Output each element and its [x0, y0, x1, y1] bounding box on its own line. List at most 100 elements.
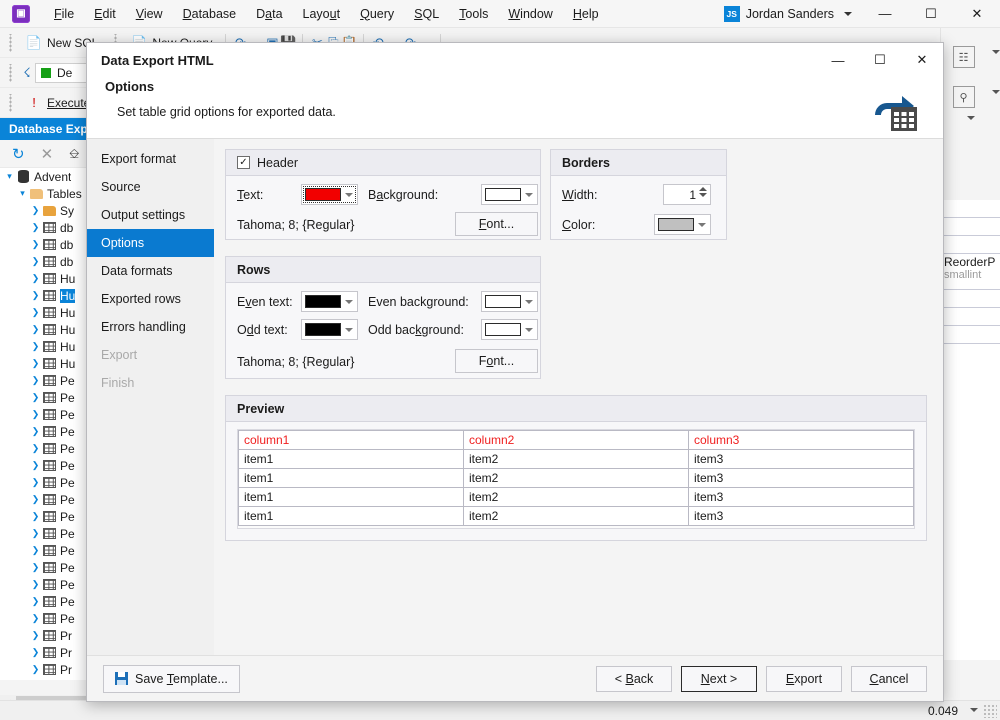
nav-item-data-formats[interactable]: Data formats [87, 257, 214, 285]
dialog-nav[interactable]: Export format Source Output settings Option… [87, 139, 214, 655]
back-button[interactable]: < Back [596, 665, 672, 692]
tree-item[interactable]: ❯ Pe [0, 576, 100, 593]
user-account[interactable]: JS Jordan Sanders [723, 5, 834, 22]
tree-item[interactable]: ▾ Tables [0, 185, 100, 202]
tree-item[interactable]: ❯ Pr [0, 661, 100, 678]
nav-item-source[interactable]: Source [87, 173, 214, 201]
database-tree[interactable]: ▾ Advent ▾ Tables ❯ Sy ❯ db ❯ db ❯ db ❯ Hu ❯ Hu ❯ Hu ❯ Hu ❯ H… [0, 168, 100, 680]
odd-background-color-picker[interactable] [481, 319, 538, 340]
menu-database[interactable]: Database [173, 3, 247, 25]
chevron-right-icon[interactable]: ❯ [30, 239, 41, 250]
chevron-down-icon-2[interactable] [992, 90, 1000, 94]
chevron-right-icon[interactable]: ❯ [30, 307, 41, 318]
menu-view[interactable]: View [126, 3, 173, 25]
even-background-color-picker[interactable] [481, 291, 538, 312]
chevron-right-icon[interactable]: ❯ [30, 358, 41, 369]
chevron-right-icon[interactable]: ❯ [30, 273, 41, 284]
tree-item[interactable]: ❯ Pe [0, 372, 100, 389]
tree-item[interactable]: ❯ Pe [0, 491, 100, 508]
nav-item-export-format[interactable]: Export format [87, 145, 214, 173]
tree-item[interactable]: ❯ Hu [0, 338, 100, 355]
chevron-right-icon[interactable]: ❯ [30, 409, 41, 420]
toolbar-grip-3[interactable] [6, 63, 16, 82]
close-icon[interactable]: ✕ [41, 145, 54, 163]
chevron-right-icon[interactable]: ❯ [30, 222, 41, 233]
tree-item[interactable]: ❯ Hu [0, 304, 100, 321]
tree-item[interactable]: ❯ Pe [0, 474, 100, 491]
chevron-right-icon[interactable]: ❯ [30, 664, 41, 675]
tree-item[interactable]: ❯ Pe [0, 559, 100, 576]
export-button[interactable]: Export [766, 665, 842, 692]
chevron-right-icon[interactable]: ❯ [30, 477, 41, 488]
fit-grid-icon[interactable]: ☷ [952, 46, 975, 68]
chevron-right-icon[interactable]: ❯ [30, 324, 41, 335]
tree-item[interactable]: ❯ db [0, 219, 100, 236]
spinner-arrows[interactable] [699, 187, 707, 197]
chevron-right-icon[interactable]: ❯ [30, 647, 41, 658]
nav-item-exported-rows[interactable]: Exported rows [87, 285, 214, 313]
connect-icon[interactable]: ☇ [19, 65, 35, 81]
nav-item-errors-handling[interactable]: Errors handling [87, 313, 214, 341]
menu-help[interactable]: Help [563, 3, 609, 25]
cancel-button[interactable]: Cancel [851, 665, 927, 692]
tree-item[interactable]: ❯ Hu [0, 321, 100, 338]
copy-icon[interactable]: ⎒ [69, 146, 79, 162]
tree-item[interactable]: ❯ Pe [0, 525, 100, 542]
tree-item[interactable]: ❯ Pe [0, 542, 100, 559]
menu-sql[interactable]: SQL [404, 3, 449, 25]
menu-edit[interactable]: Edit [84, 3, 126, 25]
dialog-close-button[interactable]: ✕ [901, 43, 943, 77]
chevron-right-icon[interactable]: ❯ [30, 443, 41, 454]
app-maximize-button[interactable]: ☐ [908, 0, 954, 28]
refresh-icon[interactable]: ↻ [12, 145, 25, 163]
header-font-button[interactable]: Font... [455, 212, 538, 236]
chevron-right-icon[interactable]: ❯ [30, 426, 41, 437]
menu-data[interactable]: Data [246, 3, 292, 25]
tree-item[interactable]: ❯ Pe [0, 389, 100, 406]
next-button[interactable]: Next > [681, 665, 757, 692]
even-text-color-picker[interactable] [301, 291, 358, 312]
menu-tools[interactable]: Tools [449, 3, 498, 25]
chevron-right-icon[interactable]: ❯ [30, 579, 41, 590]
tree-item[interactable]: ❯ db [0, 236, 100, 253]
chevron-right-icon[interactable]: ❯ [30, 545, 41, 556]
chevron-right-icon[interactable]: ❯ [30, 341, 41, 352]
header-checkbox[interactable]: ✓ [237, 156, 250, 169]
tree-item[interactable]: ❯ Pe [0, 457, 100, 474]
nav-item-options[interactable]: Options [87, 229, 214, 257]
tree-item[interactable]: ❯ Pe [0, 593, 100, 610]
menu-query[interactable]: Query [350, 3, 404, 25]
spinner-down-icon[interactable] [699, 193, 707, 197]
tree-item[interactable]: ❯ Hu [0, 355, 100, 372]
dialog-maximize-button[interactable]: ☐ [859, 43, 901, 77]
chevron-down-icon-status[interactable] [970, 708, 978, 712]
tree-item[interactable]: ❯ Pe [0, 508, 100, 525]
toolbar-grip-4[interactable] [6, 93, 16, 112]
chevron-down-icon-3[interactable] [966, 116, 975, 120]
save-template-button[interactable]: Save Template... [103, 664, 240, 693]
nav-item-output-settings[interactable]: Output settings [87, 201, 214, 229]
border-color-picker[interactable] [654, 214, 711, 235]
chevron-right-icon[interactable]: ❯ [30, 511, 41, 522]
tree-item[interactable]: ❯ Pe [0, 440, 100, 457]
odd-text-color-picker[interactable] [301, 319, 358, 340]
chevron-down-icon[interactable] [992, 50, 1000, 54]
app-close-button[interactable]: ✕ [954, 0, 1000, 28]
tree-item[interactable]: ❯ Pe [0, 406, 100, 423]
tree-item[interactable]: ❯ Hu [0, 287, 100, 304]
tree-item[interactable]: ❯ db [0, 253, 100, 270]
chevron-down-icon[interactable]: ▾ [4, 171, 15, 182]
chevron-right-icon[interactable]: ❯ [30, 630, 41, 641]
chevron-right-icon[interactable]: ❯ [30, 460, 41, 471]
border-width-spinner[interactable]: 1 [663, 184, 711, 205]
menu-window[interactable]: Window [498, 3, 562, 25]
tree-item[interactable]: ❯ Pr [0, 644, 100, 661]
spinner-up-icon[interactable] [699, 187, 707, 191]
chevron-right-icon[interactable]: ❯ [30, 392, 41, 403]
find-grid-icon[interactable]: ⚲ [952, 86, 975, 108]
tree-item[interactable]: ❯ Pe [0, 423, 100, 440]
dialog-minimize-button[interactable]: — [817, 43, 859, 77]
tree-item[interactable]: ❯ Pe [0, 610, 100, 627]
chevron-right-icon[interactable]: ❯ [30, 613, 41, 624]
chevron-right-icon[interactable]: ❯ [30, 596, 41, 607]
